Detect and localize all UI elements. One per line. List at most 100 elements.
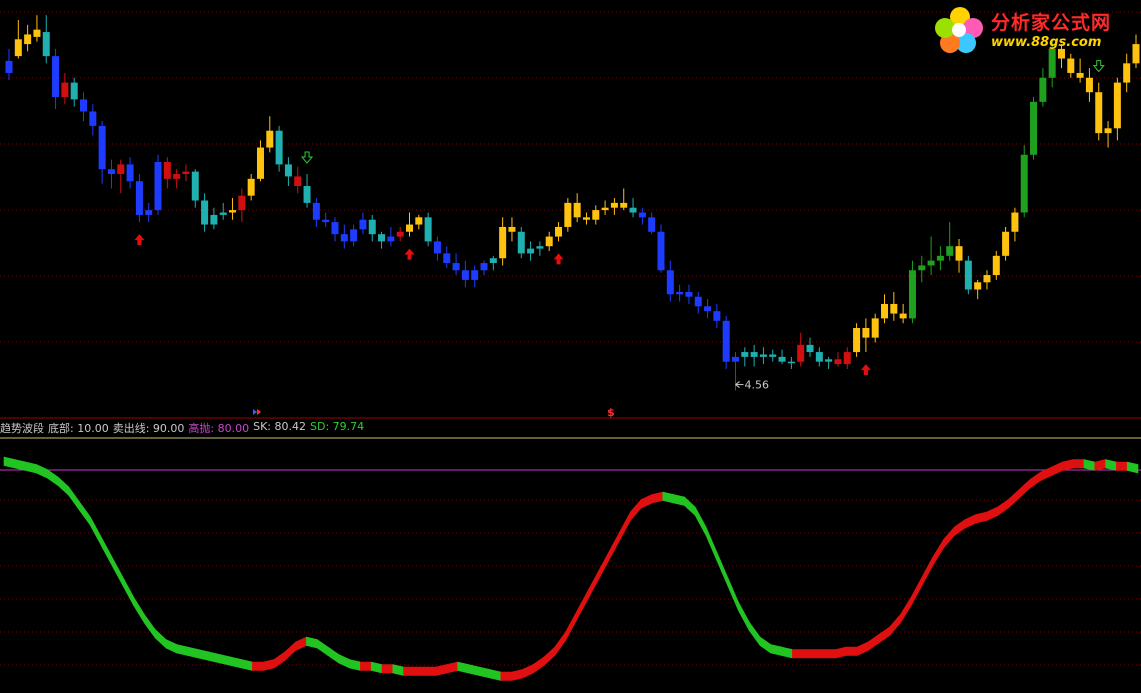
oscillator-segment xyxy=(586,571,599,601)
oscillator-segment xyxy=(1083,459,1096,471)
oscillator-segment xyxy=(727,576,739,611)
candle-body xyxy=(70,82,78,100)
candle-body xyxy=(52,56,60,98)
oscillator-segment xyxy=(532,656,545,674)
candle-body xyxy=(61,82,69,98)
oscillator-segment xyxy=(792,649,804,659)
candle-body xyxy=(368,219,376,235)
candle-body xyxy=(1011,212,1019,232)
oscillator-segment xyxy=(392,664,404,676)
oscillator-segment xyxy=(662,491,674,504)
candle-body xyxy=(527,248,535,254)
oscillator-segment xyxy=(943,526,955,549)
oscillator-segment xyxy=(565,611,577,641)
oscillator-segment xyxy=(219,654,232,666)
candle-body xyxy=(694,296,702,307)
oscillator-segment xyxy=(1051,461,1063,476)
candle-body xyxy=(89,111,97,126)
indicator-name: 趋势波段 xyxy=(0,422,44,435)
candle-body xyxy=(648,217,656,232)
candle-body xyxy=(201,200,209,225)
dollar-signal-marker: $ xyxy=(607,406,615,419)
candle-body xyxy=(927,260,935,266)
low-price-annotation: 4.56 xyxy=(744,379,769,392)
oscillator-segment xyxy=(176,644,188,656)
candle-body xyxy=(256,147,264,179)
candle-body xyxy=(1123,63,1131,83)
candle-body xyxy=(415,217,423,225)
oscillator-segment xyxy=(446,661,458,674)
lower-gridlines xyxy=(0,469,1141,666)
sell-line-label: 卖出线: 90.00 xyxy=(112,422,185,435)
oscillator-segment xyxy=(705,526,718,561)
candle-body xyxy=(443,253,451,264)
oscillator-segment xyxy=(1105,459,1117,471)
candle-body xyxy=(992,255,1000,276)
candle-body xyxy=(1076,72,1084,78)
candle-body xyxy=(517,231,525,254)
oscillator-segment xyxy=(468,664,480,676)
candle-body xyxy=(452,263,460,271)
sell-arrow-icon xyxy=(1092,60,1105,73)
oscillator-segment xyxy=(900,595,912,625)
oscillator-segment xyxy=(187,646,199,659)
candle-body xyxy=(331,222,339,235)
candle-body xyxy=(769,354,777,357)
candle-body xyxy=(936,255,944,261)
oscillator-segment xyxy=(36,464,48,479)
oscillator-segment xyxy=(738,601,750,631)
candle-body xyxy=(80,99,88,112)
oscillator-segment xyxy=(630,498,642,522)
candle-body xyxy=(98,125,106,170)
candle-body xyxy=(685,291,693,297)
candle-body xyxy=(424,217,432,242)
candle-body xyxy=(210,214,218,225)
candle-body xyxy=(433,241,441,254)
candle-body xyxy=(853,328,861,353)
oscillator-segment xyxy=(921,556,934,586)
oscillator-segment xyxy=(802,649,815,659)
candle-body xyxy=(797,344,805,362)
oscillator-segment xyxy=(478,666,491,679)
flag-left-icon xyxy=(253,409,257,415)
oscillator-segment xyxy=(3,456,16,469)
candle-body xyxy=(163,161,171,179)
oscillator-segment xyxy=(813,649,826,659)
candle-body xyxy=(378,234,386,242)
sell-arrow-icon xyxy=(300,151,314,164)
oscillator-segment xyxy=(284,641,296,662)
site-logo: 分析家公式网 www.88gs.com xyxy=(933,4,1133,56)
oscillator-segment xyxy=(835,646,847,659)
candle-body xyxy=(1039,77,1047,102)
candle-body xyxy=(741,352,749,357)
candle-body xyxy=(983,275,991,283)
oscillator-segment xyxy=(14,459,26,471)
indicator-legend: 趋势波段 底部: 10.00 卖出线: 90.00 高抛: 80.00 SK: … xyxy=(0,420,368,436)
candle-body xyxy=(266,130,274,148)
candle-body xyxy=(582,217,590,220)
blue-flag-marker xyxy=(253,409,261,415)
candle-body xyxy=(964,260,972,290)
oscillator-segment xyxy=(122,576,134,606)
candle-body xyxy=(806,344,814,353)
oscillator-segment xyxy=(262,659,275,671)
oscillator-segment xyxy=(414,666,426,676)
candle-body xyxy=(499,226,507,259)
candle-body xyxy=(629,207,637,213)
stock-chart-canvas[interactable]: 4.56 $ xyxy=(0,0,1141,693)
candle-body xyxy=(5,60,13,73)
candle-body xyxy=(284,164,292,177)
candle-body xyxy=(536,246,544,249)
candle-body xyxy=(731,356,739,362)
logo-url-text: www.88gs.com xyxy=(991,35,1102,50)
candle-body xyxy=(601,207,609,211)
oscillator-segment xyxy=(1116,461,1128,471)
candle-body xyxy=(406,224,414,232)
candle-body xyxy=(275,130,283,165)
candle-body xyxy=(229,210,237,213)
flag-right-icon xyxy=(257,409,261,415)
oscillator-segment xyxy=(867,633,880,652)
oscillator-segment xyxy=(489,669,502,681)
oscillator-segment xyxy=(1126,461,1139,474)
candle-body xyxy=(825,359,833,362)
